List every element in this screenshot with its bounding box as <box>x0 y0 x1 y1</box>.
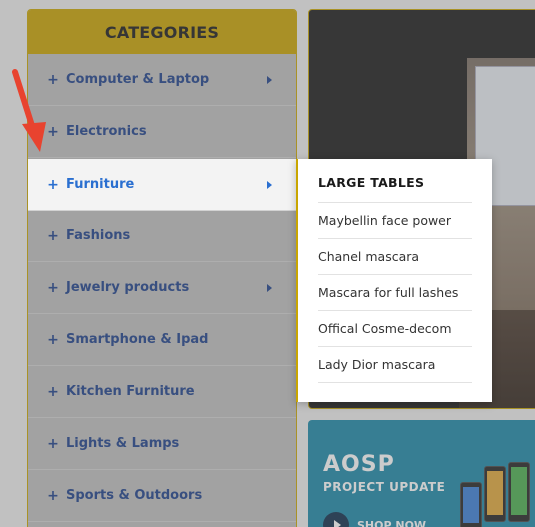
shop-now-label: SHOP NOW <box>357 518 427 527</box>
category-label: Lights & Lamps <box>66 436 180 451</box>
banner-title: AOSP <box>323 452 395 477</box>
category-item-jewelry[interactable]: + Jewelry products <box>28 262 296 314</box>
phone-image <box>484 466 506 522</box>
promo-banner-aosp[interactable]: AOSP PROJECT UPDATE SHOP NOW <box>308 420 535 527</box>
chevron-right-icon <box>267 283 272 292</box>
category-item-lights-lamps[interactable]: + Lights & Lamps <box>28 418 296 470</box>
submenu-item[interactable]: Mascara for full lashes <box>318 275 472 311</box>
categories-panel: CATEGORIES + Computer & Laptop + Electro… <box>27 9 297 527</box>
banner-subtitle: PROJECT UPDATE <box>323 480 446 494</box>
category-label: Computer & Laptop <box>66 72 210 87</box>
shop-now-button[interactable]: SHOP NOW <box>323 512 426 527</box>
category-label: Electronics <box>66 124 147 139</box>
category-label: Furniture <box>66 177 135 192</box>
category-item-smartphone[interactable]: + Smartphone & Ipad <box>28 314 296 366</box>
category-label: Kitchen Furniture <box>66 384 195 399</box>
category-item-computer-laptop[interactable]: + Computer & Laptop <box>28 54 296 106</box>
submenu-dropdown: LARGE TABLES Maybellin face power Chanel… <box>296 159 492 402</box>
plus-icon: + <box>47 227 59 244</box>
phone-image <box>508 462 530 522</box>
category-item-fashions[interactable]: + Fashions <box>28 210 296 262</box>
phone-image <box>460 482 482 527</box>
pointer-arrow-icon <box>12 69 46 152</box>
category-label: Smartphone & Ipad <box>66 332 209 347</box>
category-item-kitchen-furniture[interactable]: + Kitchen Furniture <box>28 366 296 418</box>
phones-image <box>458 460 535 527</box>
plus-icon: + <box>47 383 59 400</box>
submenu-item[interactable]: Lady Dior mascara <box>318 347 472 383</box>
submenu-item[interactable]: Chanel mascara <box>318 239 472 275</box>
chevron-right-icon <box>267 180 272 189</box>
category-item-electronics[interactable]: + Electronics <box>28 106 296 158</box>
category-label: Fashions <box>66 228 131 243</box>
category-label: Sports & Outdoors <box>66 488 203 503</box>
categories-header: CATEGORIES <box>28 10 296 54</box>
submenu-item[interactable]: Maybellin face power <box>318 203 472 239</box>
plus-icon: + <box>47 487 59 504</box>
submenu-item[interactable]: Offical Cosme-decom <box>318 311 472 347</box>
plus-icon: + <box>47 176 59 193</box>
plus-icon: + <box>47 331 59 348</box>
plus-icon: + <box>47 279 59 296</box>
chevron-right-icon <box>267 75 272 84</box>
plus-icon: + <box>47 435 59 452</box>
category-item-sports-outdoors[interactable]: + Sports & Outdoors <box>28 470 296 522</box>
category-label: Jewelry products <box>66 280 190 295</box>
submenu-title[interactable]: LARGE TABLES <box>318 175 472 203</box>
category-item-furniture[interactable]: + Furniture <box>28 159 296 211</box>
play-icon <box>323 512 349 527</box>
